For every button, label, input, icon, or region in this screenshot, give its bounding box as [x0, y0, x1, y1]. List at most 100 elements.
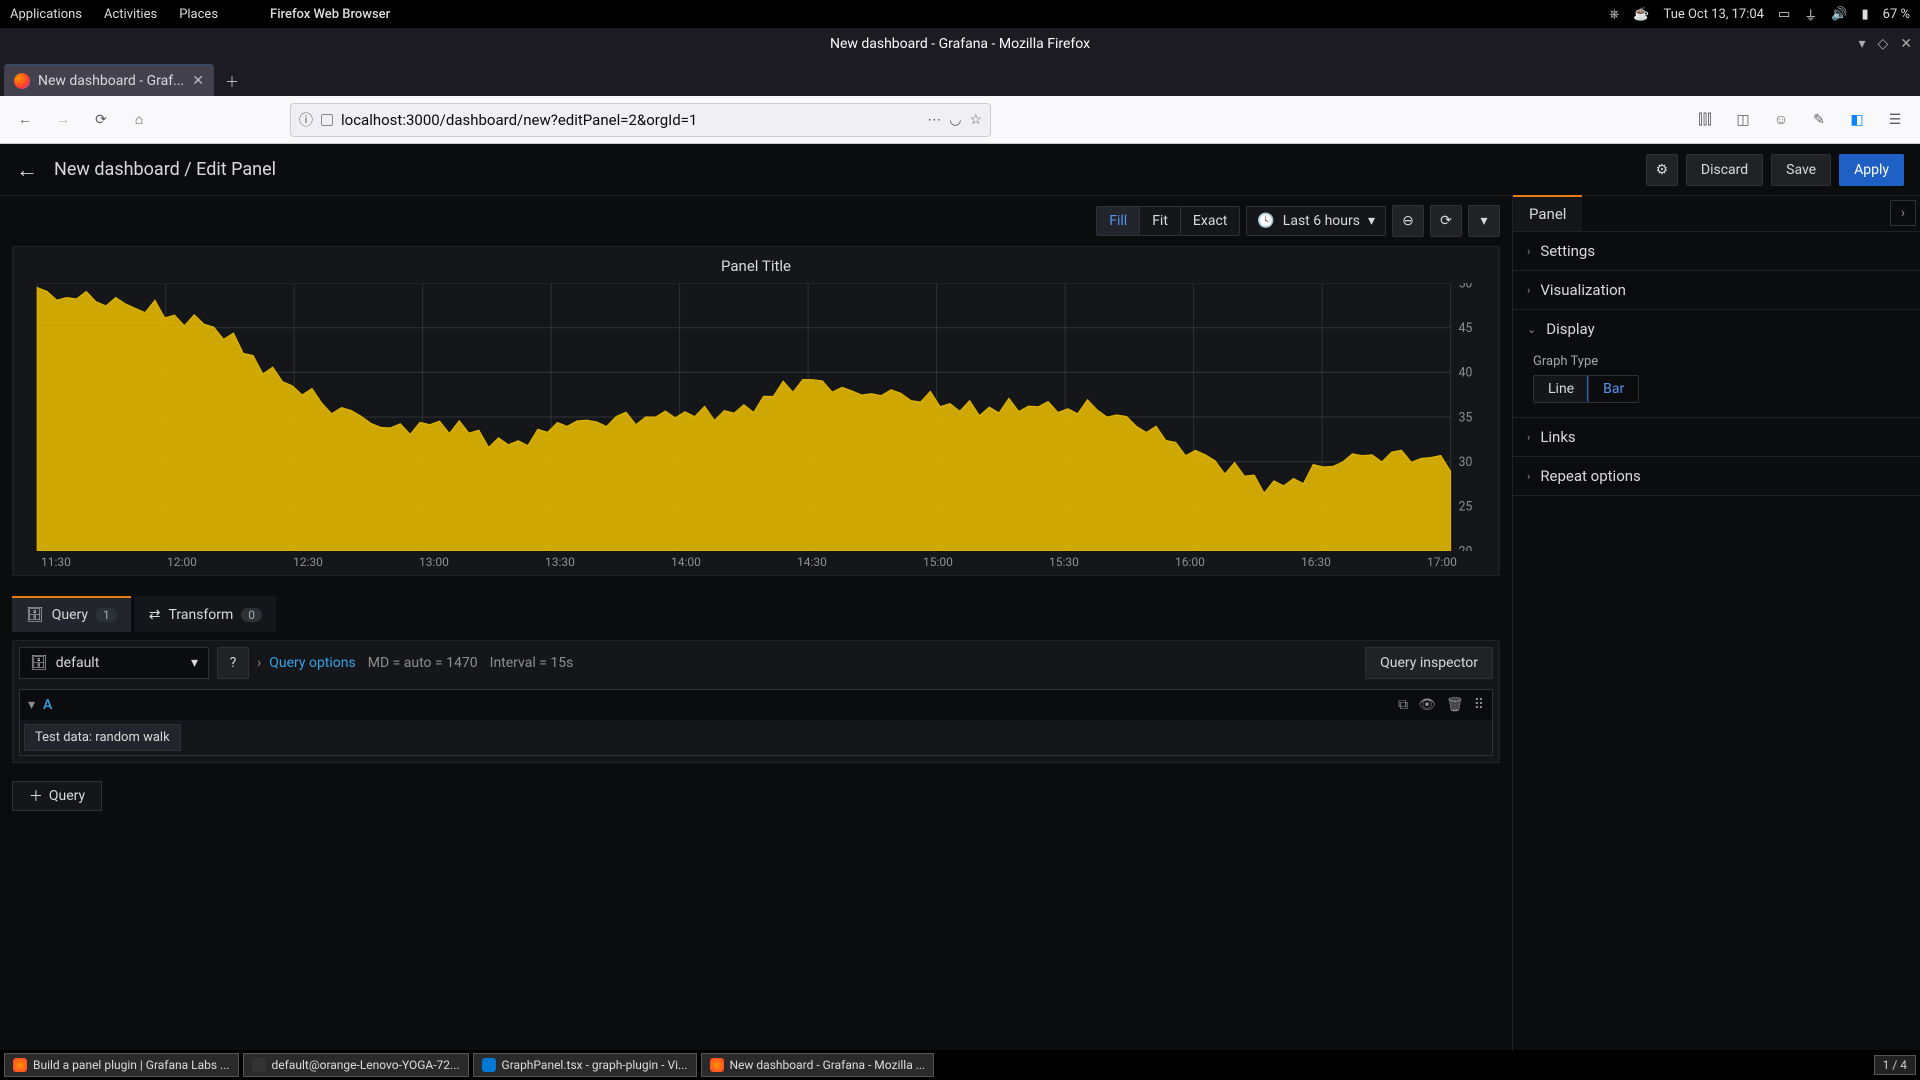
tab-query-label: Query: [52, 607, 88, 623]
tab-query[interactable]: 🗄 Query 1: [12, 596, 131, 632]
collapse-side-button[interactable]: ›: [1890, 200, 1916, 226]
view-exact-button[interactable]: Exact: [1180, 207, 1239, 235]
chevron-right-icon: ›: [1527, 245, 1530, 258]
view-fit-button[interactable]: Fit: [1139, 207, 1180, 235]
gear-icon: ⚙: [1656, 162, 1669, 178]
taskbar-item-label: New dashboard - Grafana - Mozilla ...: [730, 1058, 926, 1072]
section-display-label: Display: [1546, 320, 1594, 338]
workspace-indicator[interactable]: 1 / 4: [1874, 1055, 1916, 1075]
coffee-icon[interactable]: ☕: [1633, 7, 1649, 22]
nav-forward-button[interactable]: →: [48, 105, 78, 135]
duplicate-icon[interactable]: ⧉: [1398, 697, 1408, 713]
reader-mode-icon[interactable]: ◡: [949, 112, 961, 128]
section-settings[interactable]: ›Settings: [1513, 232, 1920, 270]
taskbar-item[interactable]: New dashboard - Grafana - Mozilla ...: [701, 1053, 935, 1077]
discard-button[interactable]: Discard: [1686, 154, 1763, 186]
chevron-down-icon: ▾: [191, 655, 198, 671]
query-row-letter[interactable]: A: [43, 697, 52, 713]
window-minimize-icon[interactable]: ▾: [1858, 36, 1865, 52]
firefox-favicon-icon: [14, 73, 30, 89]
datasource-help-button[interactable]: ?: [217, 647, 249, 679]
battery-icon[interactable]: ▮: [1861, 7, 1868, 22]
tab-close-icon[interactable]: ✕: [192, 73, 204, 89]
query-tabs: 🗄 Query 1 ⇄ Transform 0: [12, 596, 1500, 632]
taskbar-item[interactable]: GraphPanel.tsx - graph-plugin - Vi...: [473, 1053, 697, 1077]
section-repeat[interactable]: ›Repeat options: [1513, 457, 1920, 495]
volume-icon[interactable]: 🔊: [1831, 7, 1847, 22]
wifi-icon[interactable]: ⏚: [1804, 5, 1817, 24]
taskbar-item-label: GraphPanel.tsx - graph-plugin - Vi...: [502, 1058, 688, 1072]
query-inspector-button[interactable]: Query inspector: [1365, 647, 1493, 679]
ext1-icon[interactable]: ✎: [1804, 105, 1834, 135]
view-fill-button[interactable]: Fill: [1097, 207, 1139, 235]
toggle-visibility-icon[interactable]: 👁: [1418, 697, 1436, 713]
refresh-dropdown-button[interactable]: ▾: [1468, 205, 1500, 237]
window-close-icon[interactable]: ✕: [1900, 36, 1912, 52]
query-options-link[interactable]: Query options: [269, 655, 356, 671]
gnome-places[interactable]: Places: [179, 7, 218, 22]
tab-transform-label: Transform: [169, 607, 234, 623]
add-query-label: Query: [49, 788, 85, 804]
ext2-icon[interactable]: ◧: [1842, 105, 1872, 135]
chart-area[interactable]: 20253035404550: [19, 283, 1493, 551]
graph-type-line[interactable]: Line: [1534, 376, 1588, 402]
apply-button[interactable]: Apply: [1839, 154, 1904, 186]
section-links[interactable]: ›Links: [1513, 418, 1920, 456]
battery-percent: 67 %: [1883, 7, 1910, 22]
library-icon[interactable]: ⫿⫿⫿: [1690, 105, 1720, 135]
site-info-icon[interactable]: ⓘ: [299, 110, 313, 130]
section-display[interactable]: ⌄Display: [1513, 310, 1920, 348]
zoom-out-button[interactable]: ⊖: [1392, 205, 1424, 237]
bookmark-star-icon[interactable]: ☆: [969, 112, 982, 128]
section-visualization[interactable]: ›Visualization: [1513, 271, 1920, 309]
taskbar-item[interactable]: Build a panel plugin | Grafana Labs ...: [4, 1053, 239, 1077]
nav-back-button[interactable]: ←: [10, 105, 40, 135]
firefox-tab[interactable]: New dashboard - Graf... ✕: [4, 64, 214, 96]
plus-icon: ＋: [29, 786, 43, 806]
vscode-icon: [482, 1058, 496, 1072]
sidebar-icon[interactable]: ◫: [1728, 105, 1758, 135]
gnome-activities[interactable]: Activities: [104, 7, 157, 22]
gnome-taskbar: Build a panel plugin | Grafana Labs ... …: [0, 1050, 1920, 1080]
accessibility-icon[interactable]: ⎈: [1609, 7, 1619, 22]
gnome-applications[interactable]: Applications: [10, 7, 82, 22]
notification-icon[interactable]: ▭: [1778, 7, 1790, 22]
tab-query-count: 1: [96, 608, 117, 622]
chart-panel: Panel Title 20253035404550 11:3012:0012:…: [12, 246, 1500, 576]
back-arrow-icon[interactable]: ←: [16, 157, 38, 183]
add-query-button[interactable]: ＋ Query: [12, 781, 102, 811]
new-tab-button[interactable]: ＋: [218, 68, 246, 96]
page-actions-icon[interactable]: ⋯: [927, 112, 941, 128]
taskbar-item[interactable]: default@orange-Lenovo-YOGA-72...: [243, 1053, 469, 1077]
delete-icon[interactable]: 🗑: [1446, 697, 1464, 713]
chevron-right-icon[interactable]: ›: [257, 655, 261, 671]
tab-transform[interactable]: ⇄ Transform 0: [135, 596, 276, 632]
gnome-current-app: Firefox Web Browser: [270, 7, 390, 22]
page-title: New dashboard / Edit Panel: [54, 159, 276, 180]
firefox-menu-icon[interactable]: ☰: [1880, 105, 1910, 135]
dashboard-settings-button[interactable]: ⚙: [1646, 154, 1678, 186]
svg-text:25: 25: [1459, 499, 1473, 515]
chevron-down-icon: ▾: [1480, 213, 1487, 229]
chevron-right-icon: ›: [1901, 205, 1905, 221]
firefox-icon: [13, 1058, 27, 1072]
url-input[interactable]: [341, 111, 919, 129]
refresh-button[interactable]: ⟳: [1430, 205, 1462, 237]
drag-handle-icon[interactable]: ⠿: [1474, 697, 1484, 713]
graph-type-bar[interactable]: Bar: [1588, 376, 1638, 402]
question-icon: ?: [230, 655, 237, 671]
gnome-datetime[interactable]: Tue Oct 13, 17:04: [1664, 7, 1764, 22]
nav-home-button[interactable]: ⌂: [124, 105, 154, 135]
profile-icon[interactable]: ☺: [1766, 105, 1796, 135]
save-button[interactable]: Save: [1771, 154, 1831, 186]
chevron-down-icon[interactable]: ▾: [28, 697, 35, 713]
query-chip[interactable]: Test data: random walk: [24, 724, 181, 751]
time-range-picker[interactable]: 🕓 Last 6 hours ▾: [1246, 206, 1386, 236]
window-maximize-icon[interactable]: ◇: [1877, 36, 1888, 52]
url-bar[interactable]: ⓘ ⋯ ◡ ☆: [290, 103, 991, 137]
nav-reload-button[interactable]: ⟳: [86, 105, 116, 135]
firefox-tab-title: New dashboard - Graf...: [38, 73, 184, 89]
side-tab-panel[interactable]: Panel: [1513, 195, 1582, 231]
chevron-down-icon: ▾: [1368, 213, 1375, 229]
datasource-select[interactable]: 🗄 default ▾: [19, 647, 209, 679]
